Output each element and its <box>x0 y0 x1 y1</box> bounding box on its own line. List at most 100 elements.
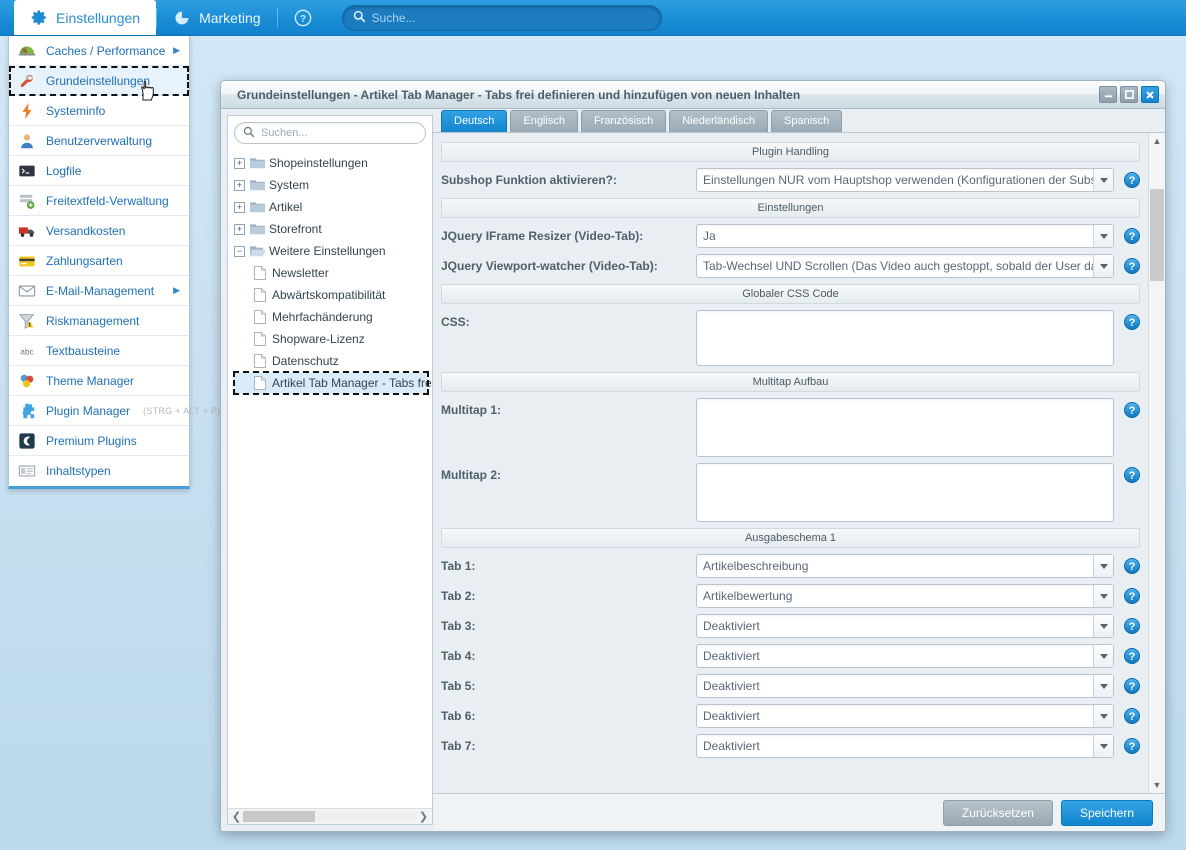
chevron-down-icon[interactable] <box>1093 585 1113 607</box>
chevron-down-icon[interactable] <box>1093 555 1113 577</box>
tree-node-shopeinstellungen[interactable]: + Shopeinstellungen <box>234 152 432 174</box>
chevron-down-icon[interactable] <box>1093 615 1113 637</box>
help-icon[interactable]: ? <box>1124 648 1140 664</box>
tree-node-artikel[interactable]: + Artikel <box>234 196 432 218</box>
sidebar-item-inhaltstypen[interactable]: Inhaltstypen <box>9 456 189 486</box>
sidebar-item-label: Benutzerverwaltung <box>46 133 153 148</box>
sidebar-item-e-mail-management[interactable]: E-Mail-Management ▶ <box>9 276 189 306</box>
menu-tab-einstellungen[interactable]: Einstellungen <box>14 0 157 35</box>
form-scroll-area: Plugin Handling Subshop Funktion aktivie… <box>433 133 1165 793</box>
sidebar-item-riskmanagement[interactable]: Riskmanagement <box>9 306 189 336</box>
help-icon[interactable]: ? <box>1124 467 1140 483</box>
sidebar-item-versandkosten[interactable]: Versandkosten <box>9 216 189 246</box>
tree-node-artikel-tab-manager[interactable]: Artikel Tab Manager - Tabs frei <box>233 371 432 395</box>
chevron-down-icon[interactable] <box>1093 255 1113 277</box>
tab-4-select[interactable]: Deaktiviert <box>696 644 1114 668</box>
scroll-thumb[interactable] <box>1150 189 1164 281</box>
tree-node-newsletter[interactable]: Newsletter <box>234 262 432 284</box>
sidebar-item-theme-manager[interactable]: Theme Manager <box>9 366 189 396</box>
expand-icon[interactable]: + <box>234 201 245 213</box>
help-icon[interactable]: ? <box>1124 228 1140 244</box>
field-row-tab-3: Tab 3: Deaktiviert ? <box>441 614 1140 638</box>
sidebar-item-caches-performance[interactable]: Caches / Performance ▶ <box>9 36 189 66</box>
help-icon[interactable]: ? <box>1124 314 1140 330</box>
tab-deutsch[interactable]: Deutsch <box>441 110 508 132</box>
multitap-1-textarea[interactable] <box>696 398 1114 457</box>
help-icon[interactable]: ? <box>1124 588 1140 604</box>
field-row-viewport-watcher: JQuery Viewport-watcher (Video-Tab): Tab… <box>441 254 1140 278</box>
scroll-thumb[interactable] <box>243 811 315 822</box>
field-row-multitap-2: Multitap 2: ? <box>441 463 1140 522</box>
tree-node-shopware-lizenz[interactable]: Shopware-Lizenz <box>234 328 432 350</box>
tab-3-select[interactable]: Deaktiviert <box>696 614 1114 638</box>
menu-tab-marketing[interactable]: Marketing <box>157 0 276 35</box>
scroll-track[interactable] <box>1149 149 1165 777</box>
expand-icon[interactable]: + <box>234 223 245 235</box>
tree-search-input[interactable]: Suchen... <box>234 122 426 144</box>
subshop-funktion-select[interactable]: Einstellungen NUR vom Hauptshop verwende… <box>696 168 1114 192</box>
dialog-titlebar[interactable]: Grundeinstellungen - Artikel Tab Manager… <box>221 81 1165 109</box>
chevron-down-icon[interactable] <box>1093 705 1113 727</box>
help-icon[interactable]: ? <box>1124 618 1140 634</box>
close-button[interactable] <box>1141 86 1159 103</box>
help-icon[interactable]: ? <box>1124 708 1140 724</box>
sidebar-item-plugin-manager[interactable]: Plugin Manager (STRG + ALT + P) <box>9 396 220 426</box>
chevron-down-icon[interactable] <box>1093 169 1113 191</box>
tab-7-select[interactable]: Deaktiviert <box>696 734 1114 758</box>
help-icon[interactable]: ? <box>1124 258 1140 274</box>
tab-1-select[interactable]: Artikelbeschreibung <box>696 554 1114 578</box>
sidebar-item-freitextfeld-verwaltung[interactable]: Freitextfeld-Verwaltung <box>9 186 189 216</box>
viewport-watcher-select[interactable]: Tab-Wechsel UND Scrollen (Das Video auch… <box>696 254 1114 278</box>
maximize-button[interactable] <box>1120 86 1138 103</box>
sidebar-item-systeminfo[interactable]: Systeminfo <box>9 96 189 126</box>
tab-spanisch[interactable]: Spanisch <box>771 110 843 132</box>
chevron-down-icon[interactable] <box>1093 675 1113 697</box>
tree-node-label: Abwärtskompatibilität <box>272 288 386 302</box>
scroll-down-icon[interactable]: ▼ <box>1149 777 1165 793</box>
help-icon[interactable]: ? <box>1124 172 1140 188</box>
help-button[interactable]: ? <box>278 0 328 35</box>
minimize-button[interactable] <box>1099 86 1117 103</box>
tab-2-select[interactable]: Artikelbewertung <box>696 584 1114 608</box>
expand-icon[interactable]: + <box>234 157 245 169</box>
scroll-up-icon[interactable]: ▲ <box>1149 133 1165 149</box>
tab-6-select[interactable]: Deaktiviert <box>696 704 1114 728</box>
tab-englisch[interactable]: Englisch <box>510 110 578 132</box>
sidebar-item-grundeinstellungen[interactable]: Grundeinstellungen <box>9 66 189 96</box>
tree-node-abwaertskompatibilitaet[interactable]: Abwärtskompatibilität <box>234 284 432 306</box>
chevron-right-icon[interactable]: ❯ <box>417 810 430 823</box>
sidebar-item-zahlungsarten[interactable]: Zahlungsarten <box>9 246 189 276</box>
tree-node-system[interactable]: + System <box>234 174 432 196</box>
sidebar-item-premium-plugins[interactable]: Premium Plugins <box>9 426 189 456</box>
form-vertical-scrollbar[interactable]: ▲ ▼ <box>1148 133 1165 793</box>
main-toolbar: Einstellungen Marketing ? Suche... <box>0 0 1186 36</box>
reset-button[interactable]: Zurücksetzen <box>942 799 1053 826</box>
sidebar-item-benutzerverwaltung[interactable]: Benutzerverwaltung <box>9 126 189 156</box>
sidebar-item-logfile[interactable]: Logfile <box>9 156 189 186</box>
tree-node-mehrfachaenderung[interactable]: Mehrfachänderung <box>234 306 432 328</box>
iframe-resizer-select[interactable]: Ja <box>696 224 1114 248</box>
chevron-left-icon[interactable]: ❮ <box>230 810 243 823</box>
sidebar-item-textbausteine[interactable]: abc Textbausteine <box>9 336 189 366</box>
help-icon[interactable]: ? <box>1124 738 1140 754</box>
collapse-icon[interactable]: − <box>234 245 245 257</box>
css-textarea[interactable] <box>696 310 1114 366</box>
help-icon[interactable]: ? <box>1124 558 1140 574</box>
tree-node-weitere-einstellungen[interactable]: − Weitere Einstellungen <box>234 240 432 262</box>
chevron-down-icon[interactable] <box>1093 225 1113 247</box>
chevron-down-icon[interactable] <box>1093 735 1113 757</box>
save-button[interactable]: Speichern <box>1060 799 1153 826</box>
tree-node-storefront[interactable]: + Storefront <box>234 218 432 240</box>
expand-icon[interactable]: + <box>234 179 245 191</box>
tree-horizontal-scrollbar[interactable]: ❮ ❯ <box>228 808 432 824</box>
multitap-2-textarea[interactable] <box>696 463 1114 522</box>
help-icon[interactable]: ? <box>1124 678 1140 694</box>
search-input[interactable]: Suche... <box>341 5 662 31</box>
help-icon[interactable]: ? <box>1124 402 1140 418</box>
tab-franzoesisch[interactable]: Französisch <box>580 110 667 132</box>
tab-niederlaendisch[interactable]: Niederländisch <box>669 110 768 132</box>
tree-node-datenschutz[interactable]: Datenschutz <box>234 350 432 372</box>
chevron-down-icon[interactable] <box>1093 645 1113 667</box>
tab-5-select[interactable]: Deaktiviert <box>696 674 1114 698</box>
scroll-track[interactable] <box>243 811 417 822</box>
